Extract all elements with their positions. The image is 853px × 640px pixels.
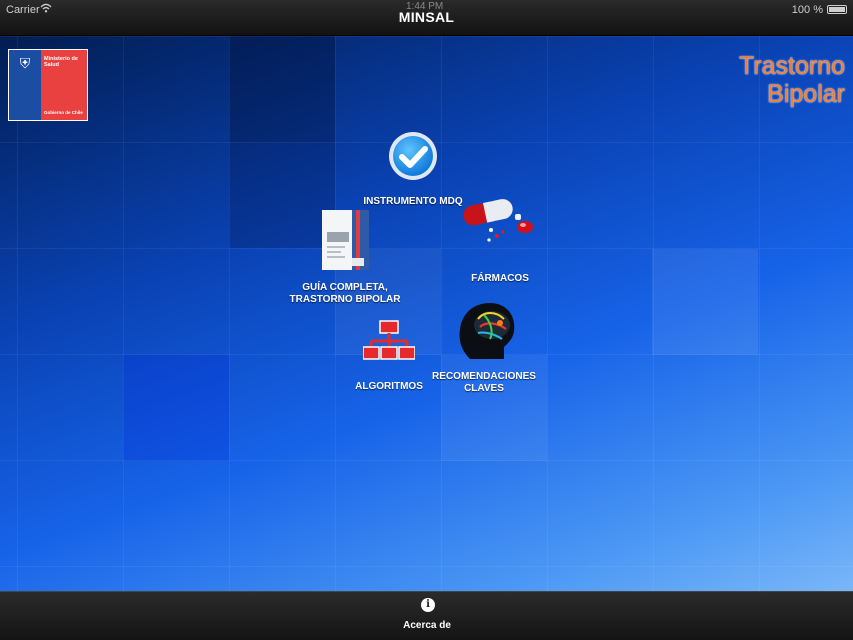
status-bar: Carrier 1:44 PM 100 % [0,0,853,20]
tab-acerca-de[interactable]: i Acerca de [380,592,474,640]
guia-label-line2: TRASTORNO BIPOLAR [289,294,401,305]
main-area: ⛨ Ministerio de Salud Gobierno de Chile … [0,36,853,591]
logo-ministry-text: Ministerio de Salud [44,56,78,68]
tab-acerca-de-label[interactable]: Acerca de [380,620,474,631]
chile-crest-icon: ⛨ [19,55,31,71]
checkmark-icon[interactable] [387,130,439,182]
app-title: Trastorno Bipolar [739,52,845,108]
tab-bar: i Acerca de [0,591,853,640]
guia-label[interactable]: GUÍA COMPLETA, TRASTORNO BIPOLAR [280,282,410,306]
app-title-line1: Trastorno [738,52,845,80]
algoritmos-label[interactable]: ALGORITMOS [344,381,434,393]
info-icon[interactable]: i [421,598,435,612]
carrier-label: Carrier [6,4,40,16]
recomendaciones-label-line2: CLAVES [464,383,504,394]
pills-icon[interactable] [459,194,543,246]
document-icon[interactable] [322,210,369,270]
grid-overlay [0,36,853,591]
farmacos-label[interactable]: FÁRMACOS [459,273,541,285]
brain-icon[interactable] [456,301,518,361]
recomendaciones-label[interactable]: RECOMENDACIONES CLAVES [424,371,544,395]
ministry-logo: ⛨ Ministerio de Salud Gobierno de Chile [8,49,88,121]
battery-percentage: 100 % [791,4,823,16]
flowchart-icon[interactable] [363,319,415,369]
guia-label-line1: GUÍA COMPLETA, [302,282,388,293]
wifi-icon [40,3,52,13]
app-title-line2: Bipolar [767,80,845,108]
status-time: 1:44 PM [406,1,444,12]
recomendaciones-label-line1: RECOMENDACIONES [432,371,536,382]
logo-government-text: Gobierno de Chile [44,110,83,115]
instrumento-label[interactable]: INSTRUMENTO MDQ [352,196,474,208]
battery-icon [827,5,847,14]
